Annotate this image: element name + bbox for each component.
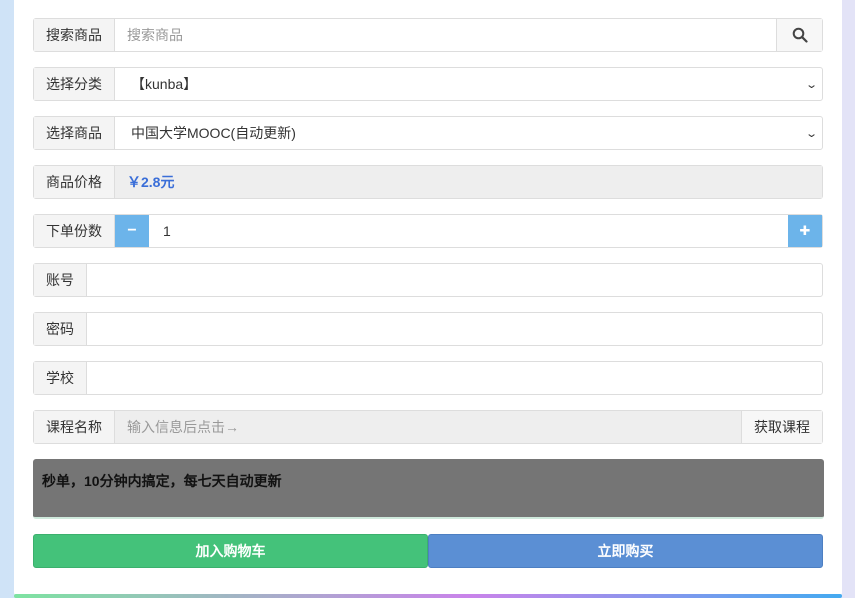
price-label: 商品价格 (34, 166, 115, 198)
course-label: 课程名称 (34, 411, 115, 443)
price-row: 商品价格 ￥2.8元 (33, 165, 823, 199)
search-button[interactable] (776, 19, 822, 51)
password-input[interactable] (87, 313, 822, 345)
chevron-down-icon: ⌄ (804, 127, 818, 140)
search-icon (792, 27, 808, 43)
buy-now-button[interactable]: 立即购买 (428, 534, 823, 568)
quantity-input[interactable]: 1 (149, 215, 788, 247)
search-label: 搜索商品 (34, 19, 115, 51)
category-select[interactable]: 【kunba】 ⌄ (115, 68, 822, 100)
price-field: ￥2.8元 (115, 166, 822, 198)
bottom-gradient-bar (14, 594, 842, 598)
increment-button[interactable]: ✚ (788, 215, 822, 247)
product-row: 选择商品 中国大学MOOC(自动更新) ⌄ (33, 116, 823, 150)
course-input[interactable]: 输入信息后点击→ (115, 411, 741, 443)
category-label: 选择分类 (34, 68, 115, 100)
decrement-button[interactable]: − (115, 215, 149, 247)
school-row: 学校 (33, 361, 823, 395)
quantity-label: 下单份数 (34, 215, 115, 247)
account-label: 账号 (34, 264, 87, 296)
password-label: 密码 (34, 313, 87, 345)
account-row: 账号 (33, 263, 823, 297)
school-label: 学校 (34, 362, 87, 394)
account-input[interactable] (87, 264, 822, 296)
course-row: 课程名称 输入信息后点击→ 获取课程 (33, 410, 823, 444)
school-input[interactable] (87, 362, 822, 394)
password-row: 密码 (33, 312, 823, 346)
chevron-down-icon: ⌄ (804, 78, 818, 91)
product-label: 选择商品 (34, 117, 115, 149)
category-value: 【kunba】 (131, 76, 198, 92)
quantity-row: 下单份数 − 1 ✚ (33, 214, 823, 248)
product-notice: 秒单，10分钟内搞定，每七天自动更新 (33, 459, 824, 519)
product-select[interactable]: 中国大学MOOC(自动更新) ⌄ (115, 117, 822, 149)
price-value: ￥2.8元 (127, 174, 175, 190)
add-to-cart-button[interactable]: 加入购物车 (33, 534, 428, 568)
search-row: 搜索商品 搜索商品 (33, 18, 823, 52)
category-row: 选择分类 【kunba】 ⌄ (33, 67, 823, 101)
fetch-course-button[interactable]: 获取课程 (741, 411, 822, 443)
search-input[interactable]: 搜索商品 (115, 19, 776, 51)
product-value: 中国大学MOOC(自动更新) (131, 125, 296, 141)
